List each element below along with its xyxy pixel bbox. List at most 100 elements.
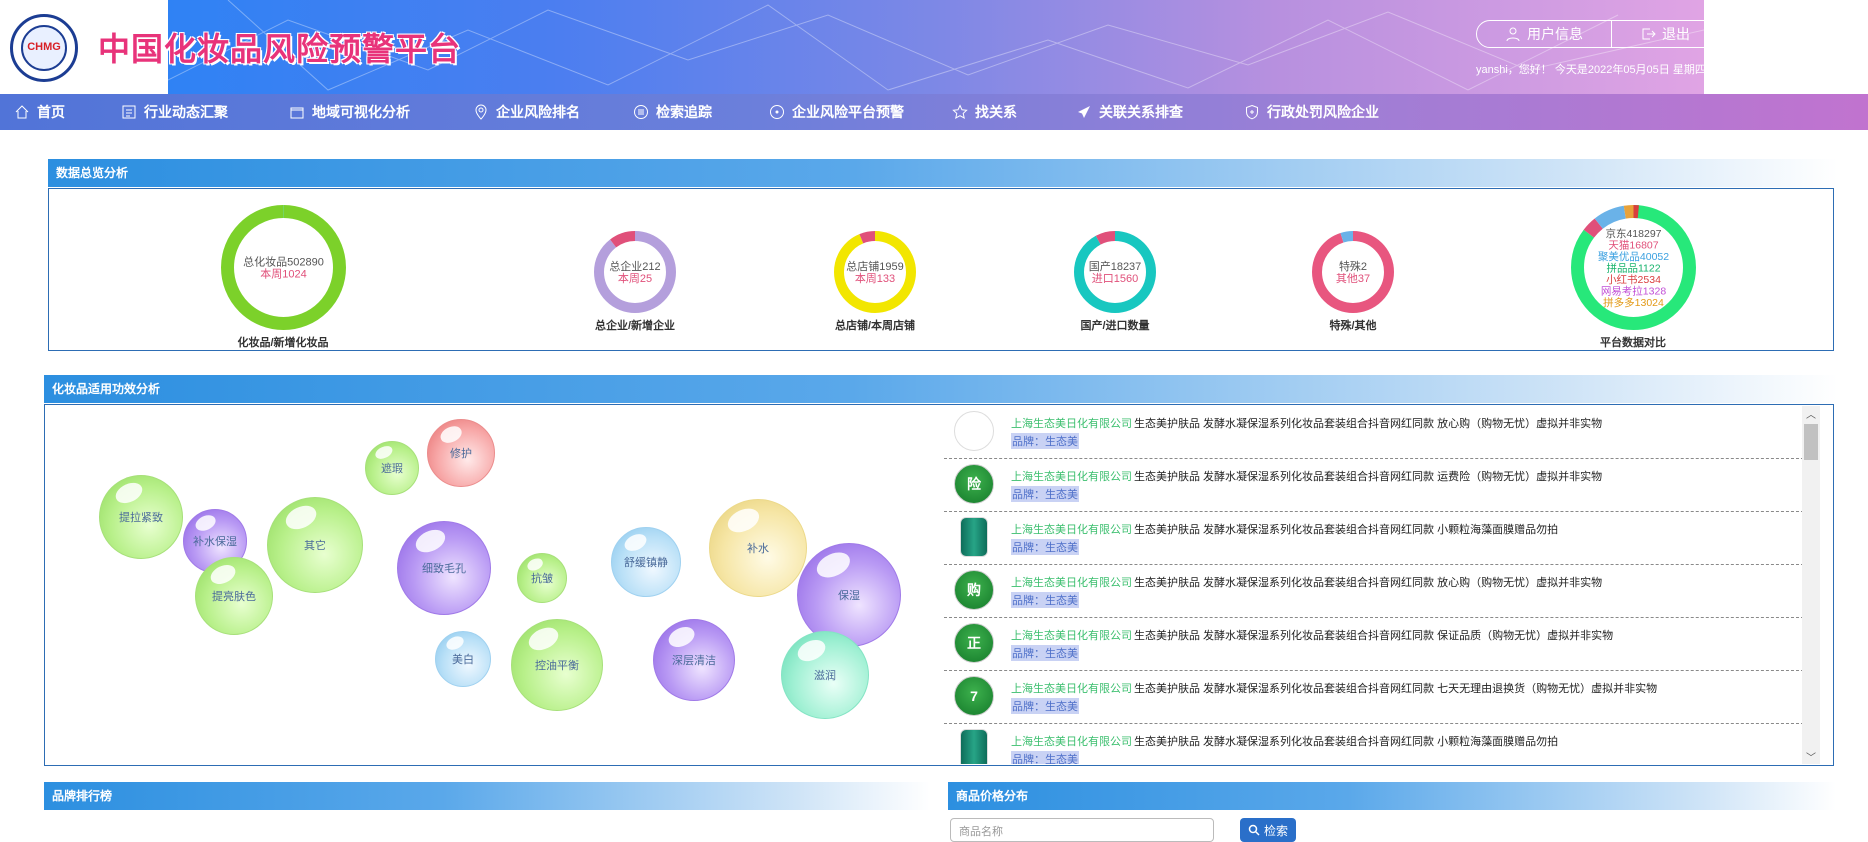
map-icon — [290, 107, 304, 119]
donut-caption: 总店铺/本周店铺 — [834, 320, 916, 332]
efficacy-bubble[interactable]: 滋润 — [781, 631, 869, 719]
nav-search-tracking[interactable]: 检索追踪 — [619, 94, 755, 130]
product-description: 生态美护肤品 发酵水凝保湿系列化妆品套装组合抖音网红同款 小颗粒海藻面膜赠品勿拍 — [1134, 524, 1559, 536]
product-thumbnail[interactable] — [960, 729, 988, 764]
product-brand: 品牌：生态美 — [1011, 486, 1079, 502]
donut-caption: 平台数据对比 — [1600, 337, 1666, 349]
chmg-logo[interactable]: CHMG — [10, 14, 78, 82]
donut-chart[interactable]: 总企业212 本周25 总企业/新增企业 — [555, 229, 715, 333]
product-thumbnail[interactable]: 7 — [954, 676, 994, 716]
efficacy-bubble-label: 补水 — [747, 543, 769, 555]
product-list-scrollbar[interactable]: ︿ ﹀ — [1802, 406, 1820, 764]
nav-enterprise-risk-rank[interactable]: 企业风险排名 — [459, 94, 619, 130]
efficacy-bubble[interactable]: 其它 — [267, 497, 363, 593]
scroll-thumb[interactable] — [1804, 424, 1818, 460]
product-title[interactable]: 上海生态美日化有限公司 生态美护肤品 发酵水凝保湿系列化妆品套装组合抖音网红同款 … — [1011, 521, 1558, 537]
product-row[interactable]: 上海生态美日化有限公司 生态美护肤品 发酵水凝保湿系列化妆品套装组合抖音网红同款 … — [944, 512, 1804, 565]
donut-label: 本周1024 — [260, 267, 306, 281]
efficacy-bubble-label: 提亮肤色 — [212, 591, 256, 603]
efficacy-bubble[interactable]: 舒缓镇静 — [611, 527, 681, 597]
efficacy-bubble-label: 提拉紧致 — [119, 512, 163, 524]
product-brand: 品牌：生态美 — [1011, 433, 1079, 449]
donut-chart[interactable]: 总化妆品502890 本周1024 化妆品/新增化妆品 — [203, 203, 363, 350]
product-title[interactable]: 上海生态美日化有限公司 生态美护肤品 发酵水凝保湿系列化妆品套装组合抖音网红同款 … — [1011, 627, 1613, 643]
product-row[interactable]: 上海生态美日化有限公司 生态美护肤品 发酵水凝保湿系列化妆品套装组合抖音网红同款 … — [944, 724, 1804, 764]
product-row[interactable]: 上海生态美日化有限公司 生态美护肤品 发酵水凝保湿系列化妆品套装组合抖音网红同款 … — [944, 406, 1804, 459]
product-description: 生态美护肤品 发酵水凝保湿系列化妆品套装组合抖音网红同款 运费险（购物无忧）虚拟… — [1134, 471, 1603, 483]
donut-chart[interactable]: 京东418297 天猫16807 聚美优品40052 拼品品1122 小红书2534 网易… — [1553, 203, 1713, 350]
product-title[interactable]: 上海生态美日化有限公司 生态美护肤品 发酵水凝保湿系列化妆品套装组合抖音网红同款 … — [1011, 415, 1602, 431]
product-brand: 品牌：生态美 — [1011, 751, 1079, 764]
product-brand: 品牌：生态美 — [1011, 698, 1079, 714]
donut-label: 本周25 — [618, 271, 652, 285]
user-actions: 用户信息 退出 — [1476, 20, 1840, 48]
donut-chart[interactable]: 总店铺1959 本周133 总店铺/本周店铺 — [795, 229, 955, 333]
nav-penalty-risk[interactable]: 行政处罚风险企业 — [1230, 94, 1400, 130]
product-company[interactable]: 上海生态美日化有限公司 — [1011, 471, 1132, 483]
efficacy-bubble-label: 抗皱 — [531, 573, 553, 585]
product-thumbnail[interactable]: 险 — [954, 464, 994, 504]
efficacy-bubble[interactable]: 补水 — [709, 499, 807, 597]
efficacy-bubble-label: 补水保湿 — [193, 536, 237, 548]
shield-icon — [1246, 104, 1258, 120]
logout-button[interactable]: 退出 — [1611, 21, 1718, 47]
nav-home-label: 首页 — [37, 104, 65, 120]
nav-industry-news[interactable]: 行业动态汇聚 — [107, 94, 275, 130]
product-row[interactable]: 正 上海生态美日化有限公司 生态美护肤品 发酵水凝保湿系列化妆品套装组合抖音网红同款… — [944, 618, 1804, 671]
product-title[interactable]: 上海生态美日化有限公司 生态美护肤品 发酵水凝保湿系列化妆品套装组合抖音网红同款 … — [1011, 468, 1602, 484]
efficacy-bubble[interactable]: 细致毛孔 — [397, 521, 491, 615]
product-title[interactable]: 上海生态美日化有限公司 生态美护肤品 发酵水凝保湿系列化妆品套装组合抖音网红同款 … — [1011, 733, 1558, 749]
product-thumbnail[interactable]: 购 — [954, 570, 994, 610]
product-company[interactable]: 上海生态美日化有限公司 — [1011, 524, 1132, 536]
efficacy-bubble-label: 深层清洁 — [672, 655, 716, 667]
nav-relation-check[interactable]: 关联关系排查 — [1062, 94, 1230, 130]
product-title[interactable]: 上海生态美日化有限公司 生态美护肤品 发酵水凝保湿系列化妆品套装组合抖音网红同款 … — [1011, 680, 1657, 696]
nav-region-analysis[interactable]: 地域可视化分析 — [275, 94, 459, 130]
donut-chart[interactable]: 国产18237 进口1560 国产/进口数量 — [1035, 229, 1195, 333]
efficacy-bubble[interactable]: 抗皱 — [517, 553, 567, 603]
donut-label: 总企业212 — [609, 259, 660, 273]
donut-label: 特殊2 — [1339, 259, 1367, 273]
scroll-up-icon[interactable]: ︿ — [1802, 406, 1820, 421]
product-company[interactable]: 上海生态美日化有限公司 — [1011, 736, 1132, 748]
product-list[interactable]: 上海生态美日化有限公司 生态美护肤品 发酵水凝保湿系列化妆品套装组合抖音网红同款 … — [944, 406, 1804, 764]
product-company[interactable]: 上海生态美日化有限公司 — [1011, 418, 1132, 430]
product-company[interactable]: 上海生态美日化有限公司 — [1011, 630, 1132, 642]
nav-find-relations[interactable]: 找关系 — [938, 94, 1062, 130]
product-company[interactable]: 上海生态美日化有限公司 — [1011, 683, 1132, 695]
product-row[interactable]: 购 上海生态美日化有限公司 生态美护肤品 发酵水凝保湿系列化妆品套装组合抖音网红同款… — [944, 565, 1804, 618]
product-name-search-input[interactable]: 商品名称 — [950, 818, 1214, 842]
efficacy-bubble[interactable]: 提亮肤色 — [195, 557, 273, 635]
efficacy-bubble-label: 美白 — [452, 654, 474, 666]
donut-chart[interactable]: 特殊2 其他37 特殊/其他 — [1273, 229, 1433, 333]
product-row[interactable]: 7 上海生态美日化有限公司 生态美护肤品 发酵水凝保湿系列化妆品套装组合抖音网红同款… — [944, 671, 1804, 724]
nav-home[interactable]: 首页 — [0, 94, 107, 130]
efficacy-bubble[interactable]: 保湿 — [797, 543, 901, 647]
donut-label: 天猫16807 — [1608, 238, 1658, 251]
efficacy-bubble[interactable]: 提拉紧致 — [99, 475, 183, 559]
nav-find-relations-label: 找关系 — [975, 104, 1017, 120]
product-thumbnail[interactable] — [954, 411, 994, 451]
nav-platform-warning[interactable]: 企业风险平台预警 — [755, 94, 938, 130]
efficacy-bubble[interactable]: 遮瑕 — [365, 441, 419, 495]
efficacy-bubble[interactable]: 控油平衡 — [511, 619, 603, 711]
nav-enterprise-risk-rank-label: 企业风险排名 — [496, 104, 580, 120]
product-row[interactable]: 险 上海生态美日化有限公司 生态美护肤品 发酵水凝保湿系列化妆品套装组合抖音网红同款… — [944, 459, 1804, 512]
product-thumbnail[interactable] — [960, 517, 988, 557]
product-company[interactable]: 上海生态美日化有限公司 — [1011, 577, 1132, 589]
scroll-down-icon[interactable]: ﹀ — [1802, 749, 1820, 764]
donut-label: 总店铺1959 — [846, 259, 903, 273]
efficacy-section-title: 化妆品适用功效分析 — [44, 375, 1838, 403]
product-title[interactable]: 上海生态美日化有限公司 生态美护肤品 发酵水凝保湿系列化妆品套装组合抖音网红同款 … — [1011, 574, 1602, 590]
send-icon — [1078, 106, 1090, 118]
efficacy-bubble[interactable]: 美白 — [435, 631, 491, 687]
efficacy-bubble[interactable]: 深层清洁 — [653, 619, 735, 701]
star-icon — [952, 104, 968, 119]
product-thumbnail[interactable]: 正 — [954, 623, 994, 663]
efficacy-bubble[interactable]: 修护 — [427, 419, 495, 487]
user-info-button[interactable]: 用户信息 — [1477, 21, 1611, 47]
search-button[interactable]: 检索 — [1240, 818, 1296, 842]
price-section-title: 商品价格分布 — [948, 782, 1836, 810]
product-description: 生态美护肤品 发酵水凝保湿系列化妆品套装组合抖音网红同款 小颗粒海藻面膜赠品勿拍 — [1134, 736, 1559, 748]
site-title: 中国化妆品风险预警平台 — [98, 31, 462, 67]
